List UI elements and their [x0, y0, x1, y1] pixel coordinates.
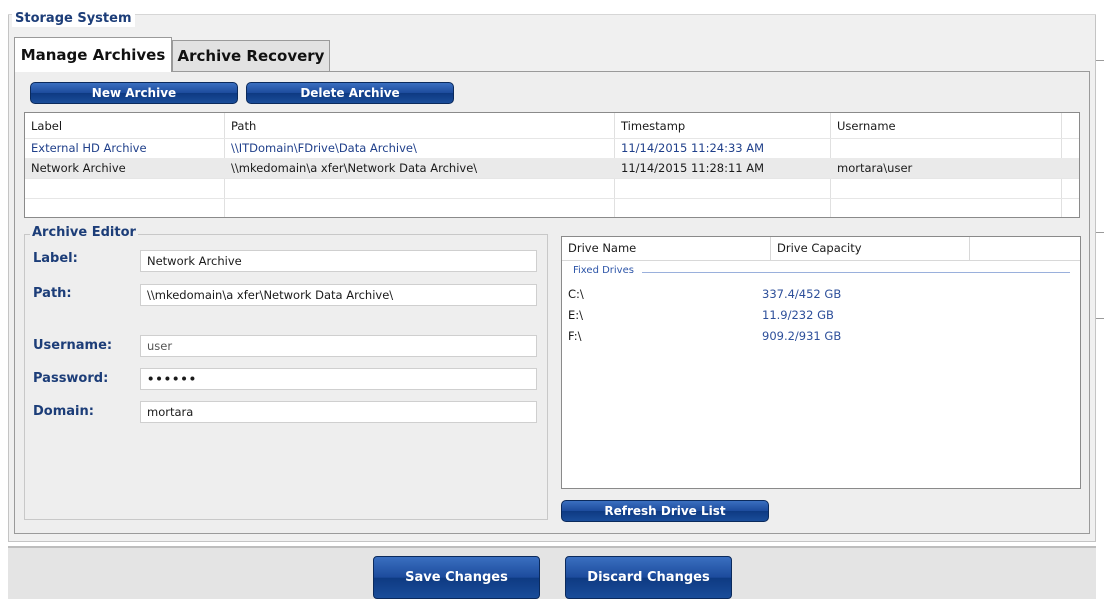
archive-editor-title: Archive Editor	[30, 225, 138, 241]
row-path: \\ITDomain\FDrive\Data Archive\	[231, 141, 417, 155]
row-username	[831, 138, 837, 158]
column-header-drive-name[interactable]: Drive Name	[568, 241, 636, 255]
group-title: Storage System	[12, 11, 135, 27]
path-field-label: Path:	[33, 286, 72, 301]
column-header-username[interactable]: Username	[831, 116, 896, 136]
password-input[interactable]: ••••••	[140, 368, 537, 390]
save-changes-button[interactable]: Save Changes	[373, 556, 540, 599]
new-archive-button[interactable]: New Archive	[30, 82, 238, 104]
footer-bar	[8, 548, 1096, 599]
drive-capacity-c: 337.4/452 GB	[762, 287, 842, 301]
drive-name-f[interactable]: F:\	[568, 329, 581, 343]
table-row[interactable]: External HD Archive \\ITDomain\FDrive\Da…	[25, 138, 1079, 158]
fixed-drives-group-label: Fixed Drives	[573, 265, 634, 276]
column-header-label[interactable]: Label	[25, 116, 62, 136]
drive-capacity-f: 909.2/931 GB	[762, 329, 842, 343]
archive-table: Label Path Timestamp Username External H…	[24, 112, 1080, 218]
drive-name-e[interactable]: E:\	[568, 308, 583, 322]
drive-name-c[interactable]: C:\	[568, 287, 584, 301]
username-field-label: Username:	[33, 338, 113, 353]
label-field-label: Label:	[33, 251, 78, 266]
refresh-drive-list-button[interactable]: Refresh Drive List	[561, 500, 769, 522]
drive-capacity-e: 11.9/232 GB	[762, 308, 834, 322]
row-username: mortara\user	[837, 161, 913, 175]
domain-field-label: Domain:	[33, 404, 94, 419]
domain-input[interactable]: mortara	[140, 401, 537, 423]
table-row-selected[interactable]: Network Archive \\mkedomain\a xfer\Netwo…	[25, 158, 1079, 178]
column-header-timestamp[interactable]: Timestamp	[615, 116, 685, 136]
column-header-drive-capacity[interactable]: Drive Capacity	[777, 241, 862, 255]
column-header-path[interactable]: Path	[225, 116, 256, 136]
path-input[interactable]: \\mkedomain\a xfer\Network Data Archive\	[140, 284, 537, 306]
discard-changes-button[interactable]: Discard Changes	[565, 556, 732, 599]
label-input[interactable]: Network Archive	[140, 250, 537, 272]
password-field-label: Password:	[33, 371, 109, 386]
group-top-border	[8, 14, 1096, 15]
tab-archive-recovery[interactable]: Archive Recovery	[172, 40, 330, 71]
username-input[interactable]: user	[140, 335, 537, 357]
row-path: \\mkedomain\a xfer\Network Data Archive\	[231, 161, 478, 175]
row-timestamp: 11/14/2015 11:28:11 AM	[621, 161, 765, 175]
group-divider	[642, 272, 1070, 273]
table-header-row: Label Path Timestamp Username	[25, 116, 1079, 136]
tab-manage-archives[interactable]: Manage Archives	[14, 37, 172, 72]
row-label: Network Archive	[31, 161, 126, 175]
drive-list: Drive Name Drive Capacity Fixed Drives C…	[561, 236, 1081, 489]
row-label: External HD Archive	[31, 141, 147, 155]
delete-archive-button[interactable]: Delete Archive	[246, 82, 454, 104]
row-timestamp: 11/14/2015 11:24:33 AM	[621, 141, 765, 155]
